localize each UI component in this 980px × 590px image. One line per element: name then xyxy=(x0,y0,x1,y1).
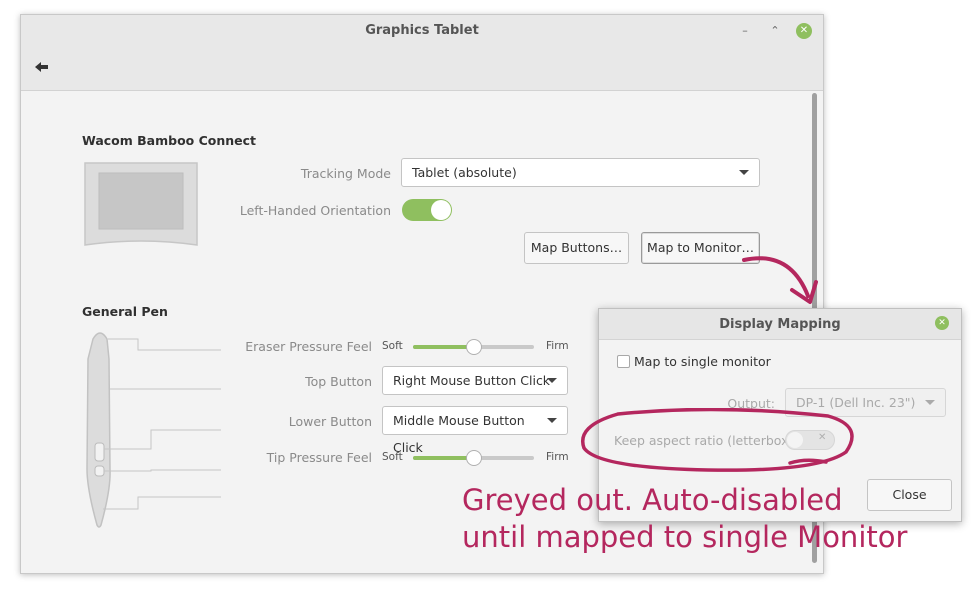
chevron-down-icon xyxy=(547,418,557,423)
tracking-mode-label: Tracking Mode xyxy=(300,166,391,181)
back-arrow-icon xyxy=(35,62,48,72)
lower-button-combo[interactable]: Middle Mouse Button Click xyxy=(382,406,568,455)
minimize-icon[interactable]: – xyxy=(737,23,753,39)
eraser-slider-fill xyxy=(413,345,474,349)
close-icon[interactable]: ✕ xyxy=(935,316,949,330)
top-button-combo[interactable]: Right Mouse Button Click xyxy=(382,366,568,395)
single-monitor-checkbox[interactable] xyxy=(617,355,630,368)
window-title: Graphics Tablet xyxy=(365,23,479,38)
eraser-firm-label: Firm xyxy=(546,340,569,352)
tip-soft-label: Soft xyxy=(382,451,403,463)
eraser-soft-label: Soft xyxy=(382,340,403,352)
tablet-section-title: Wacom Bamboo Connect xyxy=(82,133,257,148)
dialog-title-bar: Display Mapping ✕ xyxy=(599,309,961,340)
left-handed-label: Left-Handed Orientation xyxy=(239,203,391,218)
chevron-down-icon xyxy=(739,170,749,175)
tip-pressure-label: Tip Pressure Feel xyxy=(266,450,372,465)
tip-pressure-slider[interactable] xyxy=(413,450,534,466)
eraser-pressure-slider[interactable] xyxy=(413,339,534,355)
top-button-label: Top Button xyxy=(305,374,372,389)
chevron-down-icon xyxy=(547,378,557,383)
tablet-image xyxy=(84,162,198,246)
toggle-knob xyxy=(431,200,451,220)
maximize-icon[interactable]: ⌃ xyxy=(767,23,783,39)
tip-firm-label: Firm xyxy=(546,451,569,463)
tracking-mode-value: Tablet (absolute) xyxy=(412,165,517,180)
close-icon[interactable]: ✕ xyxy=(796,23,812,39)
single-monitor-label: Map to single monitor xyxy=(634,354,771,369)
annotation-text: Greyed out. Auto-disabled until mapped t… xyxy=(462,483,908,554)
tip-slider-fill xyxy=(413,456,474,460)
annotation-arrow xyxy=(742,256,818,304)
dialog-title: Display Mapping xyxy=(719,317,841,332)
top-button-value: Right Mouse Button Click xyxy=(393,373,551,388)
header-bar: Graphics Tablet – ⌃ ✕ xyxy=(21,15,823,91)
tracking-mode-combo[interactable]: Tablet (absolute) xyxy=(401,158,760,187)
chevron-down-icon xyxy=(925,400,935,405)
lower-button-value: Middle Mouse Button Click xyxy=(393,413,525,455)
pen-image xyxy=(86,332,221,528)
eraser-pressure-label: Eraser Pressure Feel xyxy=(245,339,372,354)
back-button[interactable] xyxy=(35,57,55,77)
lower-button-label: Lower Button xyxy=(288,414,372,429)
pen-section-title: General Pen xyxy=(82,304,168,319)
map-buttons-button[interactable]: Map Buttons… xyxy=(524,232,629,264)
eraser-slider-thumb[interactable] xyxy=(465,339,482,355)
left-handed-toggle[interactable] xyxy=(402,199,452,221)
annotation-ellipse xyxy=(581,408,854,472)
tip-slider-thumb[interactable] xyxy=(465,450,482,466)
